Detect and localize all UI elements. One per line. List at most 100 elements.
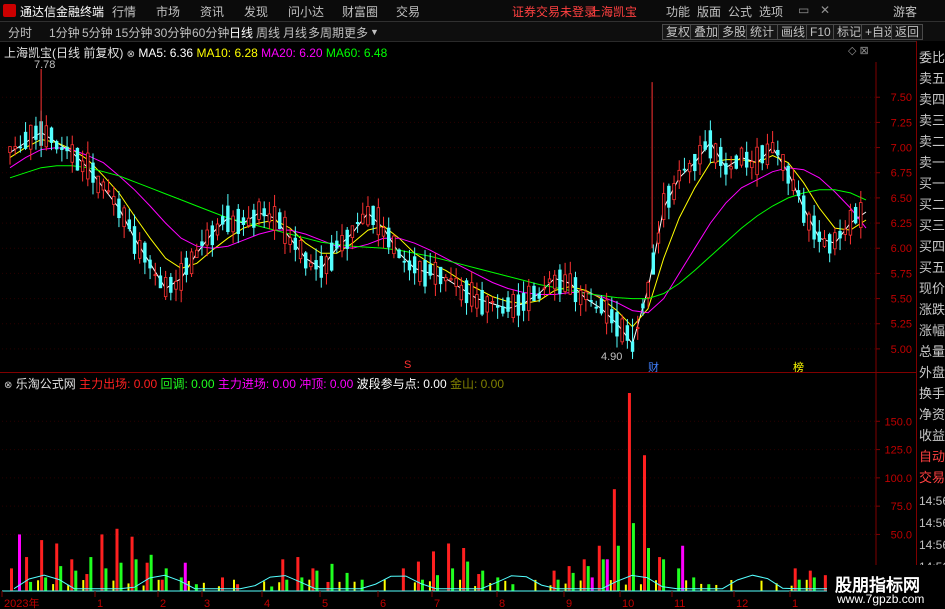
kline-chart[interactable]: 5.00 5.25 5.50 5.75 6.00 6.25 6.50 6.75 7.00 7.25… — [0, 42, 916, 372]
candle-body — [257, 201, 261, 220]
price-tick-label: 5.50 — [891, 294, 912, 306]
candle-body — [267, 213, 272, 223]
indicator-bar — [597, 545, 601, 591]
candle-body — [573, 277, 578, 303]
date-tick-label: 12 — [736, 598, 748, 609]
watermark-url: www.7gpzb.com — [837, 592, 925, 606]
candle-body — [262, 208, 266, 217]
quote-panel-item: 涨跌 — [919, 302, 945, 317]
indicator-bar — [401, 568, 405, 591]
candle-body — [169, 276, 173, 293]
back-button[interactable]: 返回 — [891, 24, 924, 40]
indicator-minor-bar — [338, 581, 341, 591]
indicator-minor-bar — [489, 582, 492, 591]
indicator-bar — [416, 561, 420, 591]
candle-body — [132, 226, 137, 254]
menu-wealth-circle[interactable]: 财富圈 — [342, 3, 378, 20]
indicator-minor-bar — [685, 580, 688, 591]
period-tab-multi[interactable]: 多周期 — [308, 24, 344, 41]
f10-button[interactable]: F10 — [806, 24, 835, 40]
menu-layout[interactable]: 版面 — [697, 3, 721, 20]
candle-body — [490, 301, 495, 303]
period-tab-1min[interactable]: 1分钟 — [49, 24, 80, 41]
candle-body — [687, 162, 692, 173]
indicator-minor-bar — [504, 580, 507, 591]
indicator-minor-bar — [263, 581, 266, 591]
date-tick-label: 6 — [380, 598, 386, 609]
period-tab-weekly[interactable]: 周线 — [256, 24, 280, 41]
candle-body — [729, 166, 733, 170]
candle-body — [641, 303, 645, 309]
indicator-bar — [55, 543, 59, 591]
value-tick-label: 50.0 — [891, 529, 912, 541]
indicator-minor-bar — [157, 579, 160, 591]
period-tab-intraday[interactable]: 分时 — [8, 24, 32, 41]
candle-body — [501, 306, 505, 314]
candle-body — [340, 235, 344, 252]
chart-options-icons[interactable]: ◇ ⊠ — [848, 44, 869, 57]
candle-body — [272, 206, 277, 231]
indicator-minor-bar — [760, 580, 763, 591]
candle-body — [226, 205, 230, 233]
period-tab-5min[interactable]: 5分钟 — [82, 24, 113, 41]
period-tab-60min[interactable]: 60分钟 — [192, 24, 229, 41]
menu-formula[interactable]: 公式 — [728, 3, 752, 20]
candle-body — [817, 231, 822, 242]
period-tab-daily[interactable]: 日线 — [229, 24, 253, 41]
value-tick-label: 150.0 — [884, 416, 912, 428]
value-tick-label: 75.0 — [891, 501, 912, 513]
candle-body — [210, 225, 215, 246]
price-tick-label: 7.50 — [891, 92, 912, 104]
candle-body — [765, 143, 770, 166]
menu-ask-xiaoda[interactable]: 问小达 — [288, 3, 324, 20]
candle-body — [724, 163, 728, 175]
quote-panel: 委比 卖五 卖四 卖三 卖二 卖一 买一 买二 买三 买四 买五 现价 涨跌 涨幅 总量 外盘 换手 净资 收益 自动… — [916, 41, 945, 609]
candle-body — [796, 190, 801, 197]
menu-discover[interactable]: 发现 — [244, 3, 268, 20]
menu-options[interactable]: 选项 — [759, 3, 783, 20]
candle-body — [438, 266, 443, 285]
menu-market[interactable]: 市场 — [156, 3, 180, 20]
main-grid — [2, 96, 876, 350]
indicator-bar — [420, 579, 424, 591]
guest-label[interactable]: 游客 — [893, 3, 917, 20]
minimize-icon[interactable]: ▭ — [798, 3, 809, 17]
statistics-button[interactable]: 统计 — [746, 24, 779, 40]
candle-body — [433, 261, 438, 285]
indicator-minor-bar — [142, 585, 145, 591]
price-tick-label: 6.00 — [891, 243, 912, 255]
candle-body — [13, 145, 17, 150]
indicator-bar — [643, 455, 646, 591]
chevron-down-icon[interactable]: ▼ — [370, 27, 379, 37]
indicator-chart[interactable]: 50.075.0100.0125.0150.0 2023年 1 2 3 4 5 6 7 8 9 10… — [0, 373, 916, 609]
candle-body — [381, 227, 386, 237]
period-tab-more[interactable]: 更多 — [344, 24, 368, 41]
menu-trade[interactable]: 交易 — [396, 3, 420, 20]
indicator-bar — [281, 559, 285, 591]
candle-body — [8, 146, 12, 153]
candles — [8, 69, 863, 359]
quote-panel-item: 买五 — [919, 260, 945, 275]
indicator-bar — [164, 568, 168, 591]
period-tab-30min[interactable]: 30分钟 — [154, 24, 191, 41]
indicator-bar — [466, 561, 470, 591]
candle-body — [553, 274, 557, 290]
close-icon[interactable]: ✕ — [820, 3, 830, 17]
indicator-minor-bar — [624, 584, 627, 591]
candle-body — [60, 147, 64, 151]
indicator-minor-bar — [459, 579, 462, 591]
draw-line-button[interactable]: 画线 — [777, 24, 810, 40]
menu-quotes[interactable]: 行情 — [112, 3, 136, 20]
marker-s[interactable]: S — [404, 359, 411, 371]
candle-body — [558, 269, 562, 295]
menu-news[interactable]: 资讯 — [200, 3, 224, 20]
candle-body — [750, 161, 754, 169]
period-tab-15min[interactable]: 15分钟 — [115, 24, 152, 41]
candle-body — [719, 146, 723, 166]
settings-icon[interactable]: ⊗ — [127, 49, 135, 60]
period-tab-monthly[interactable]: 月线 — [283, 24, 307, 41]
quote-panel-item: 收益 — [919, 428, 945, 443]
indicator-bar — [627, 393, 631, 591]
login-notice[interactable]: 证券交易未登录 — [512, 3, 596, 20]
menu-function[interactable]: 功能 — [666, 3, 690, 20]
